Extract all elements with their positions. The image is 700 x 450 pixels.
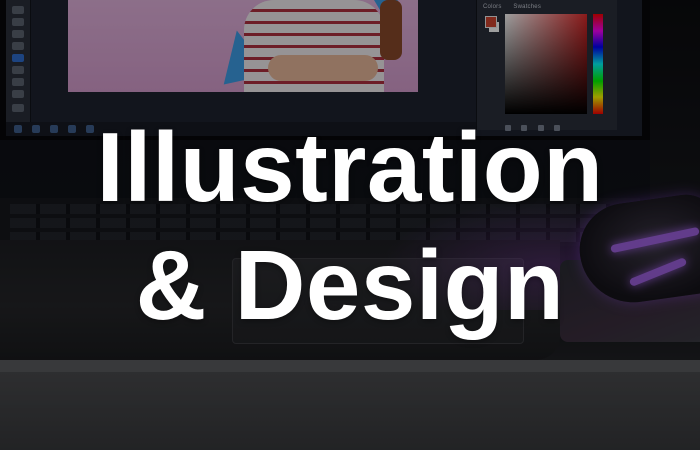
hero-banner: Colors Swatches Illustration & Design	[0, 0, 700, 450]
title-line-1: Illustration	[96, 112, 604, 222]
banner-title: Illustration & Design	[0, 108, 700, 344]
title-line-2: & Design	[135, 230, 565, 340]
